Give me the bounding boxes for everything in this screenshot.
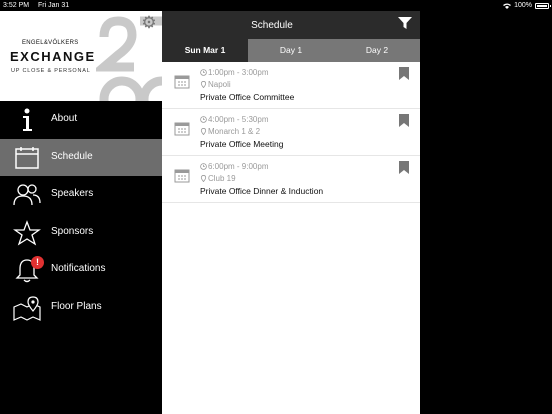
logo-panel: ENGEL&VÖLKERS EXCHANGE UP CLOSE & PERSON… (0, 11, 162, 101)
star-icon (13, 219, 41, 246)
event-title: Private Office Dinner & Induction (200, 186, 324, 196)
sidebar: ENGEL&VÖLKERS EXCHANGE UP CLOSE & PERSON… (0, 11, 162, 414)
schedule-panel: Schedule Sun Mar 1 Day 1 Day 2 1:00pm - … (162, 11, 420, 414)
sidebar-item-label: Schedule (51, 150, 93, 162)
notification-badge: ! (31, 256, 44, 270)
event-location: Napoli (200, 80, 231, 89)
people-icon (13, 184, 41, 206)
event-time: 6:00pm - 9:00pm (200, 162, 268, 171)
clock-icon (200, 163, 207, 170)
event-location: Monarch 1 & 2 (200, 127, 260, 136)
location-pin-icon (200, 128, 207, 135)
info-icon (23, 108, 32, 131)
event-time: 4:00pm - 5:30pm (200, 115, 268, 124)
calendar-icon (174, 169, 190, 183)
tab-day-2[interactable]: Day 2 (334, 39, 420, 62)
filter-icon[interactable] (398, 16, 412, 30)
tab-day-1[interactable]: Day 1 (248, 39, 334, 62)
map-pin-icon (13, 296, 41, 321)
calendar-icon (15, 146, 39, 169)
clock-icon (200, 116, 207, 123)
sidebar-item-schedule[interactable]: Schedule (0, 138, 162, 177)
event-time: 1:00pm - 3:00pm (200, 68, 268, 77)
event-item[interactable]: 1:00pm - 3:00pm Napoli Private Office Co… (162, 62, 420, 109)
sidebar-item-label: Floor Plans (51, 300, 102, 312)
sidebar-item-about[interactable]: About (0, 101, 162, 139)
header-bar: Schedule (162, 11, 420, 39)
location-pin-icon (200, 81, 207, 88)
logo-title: EXCHANGE (10, 49, 96, 64)
event-title: Private Office Committee (200, 92, 295, 102)
page-title: Schedule (251, 20, 293, 31)
calendar-icon (174, 122, 190, 136)
tab-sun-mar-1[interactable]: Sun Mar 1 (162, 39, 248, 62)
status-bar: 3:52 PM Fri Jan 31 100% (0, 0, 552, 11)
sidebar-nav: About Schedule Speakers Sponsors ! Notif… (0, 101, 162, 327)
calendar-icon (174, 75, 190, 89)
sidebar-item-notifications[interactable]: ! Notifications (0, 251, 162, 289)
status-time: 3:52 PM (3, 2, 30, 9)
sidebar-item-label: Sponsors (51, 225, 94, 237)
status-date: Fri Jan 31 (38, 2, 70, 9)
event-item[interactable]: 4:00pm - 5:30pm Monarch 1 & 2 Private Of… (162, 109, 420, 156)
gear-icon[interactable]: ⚙ (140, 14, 158, 32)
bookmark-icon[interactable] (399, 114, 409, 127)
detail-pane (420, 11, 552, 414)
battery-icon (535, 2, 551, 9)
sidebar-item-label: About (51, 113, 78, 124)
logo-subtitle: UP CLOSE & PERSONAL (11, 68, 91, 74)
battery-percent: 100% (514, 2, 532, 9)
event-location: Club 19 (200, 174, 236, 183)
sidebar-item-sponsors[interactable]: Sponsors (0, 214, 162, 252)
logo-brand: ENGEL&VÖLKERS (22, 40, 79, 46)
sidebar-item-label: Notifications (51, 263, 106, 275)
bookmark-icon[interactable] (399, 161, 409, 174)
clock-icon (200, 69, 207, 76)
wifi-icon (503, 3, 512, 9)
bookmark-icon[interactable] (399, 67, 409, 80)
sidebar-item-speakers[interactable]: Speakers (0, 176, 162, 214)
sidebar-item-floor-plans[interactable]: Floor Plans (0, 289, 162, 327)
day-tabs: Sun Mar 1 Day 1 Day 2 (162, 39, 420, 62)
event-list: 1:00pm - 3:00pm Napoli Private Office Co… (162, 62, 420, 203)
event-item[interactable]: 6:00pm - 9:00pm Club 19 Private Office D… (162, 156, 420, 203)
location-pin-icon (200, 175, 207, 182)
event-title: Private Office Meeting (200, 139, 284, 149)
sidebar-item-label: Speakers (51, 188, 94, 200)
